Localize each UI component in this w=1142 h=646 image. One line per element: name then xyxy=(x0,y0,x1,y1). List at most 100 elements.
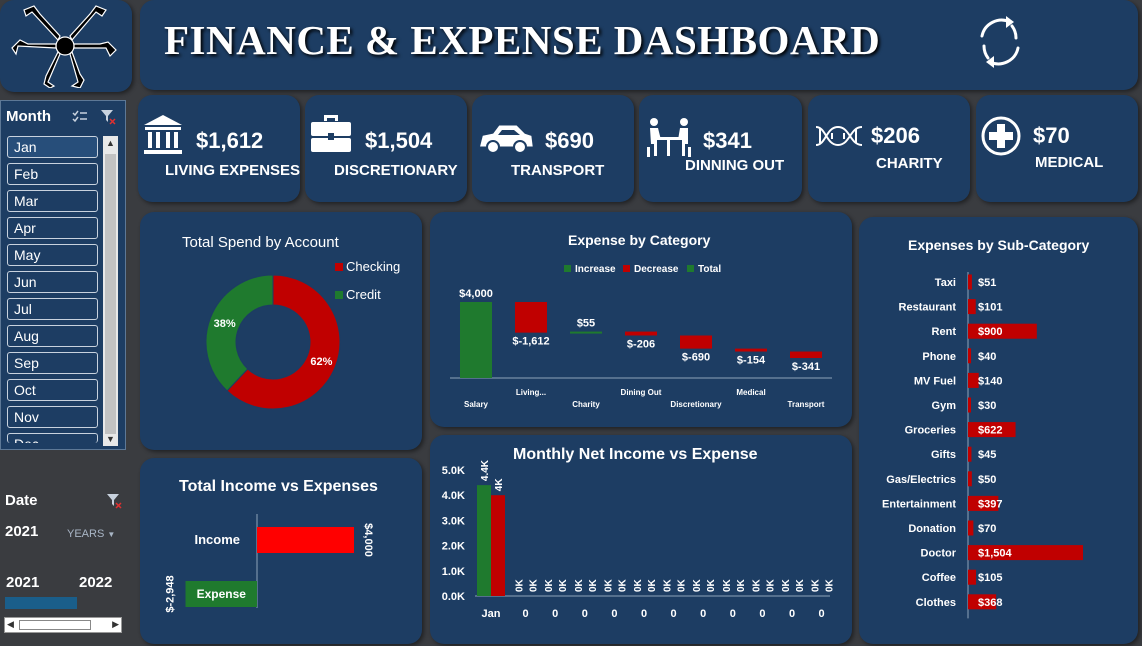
data-label: $50 xyxy=(978,474,996,486)
data-label: $101 xyxy=(978,302,1002,314)
waterfall-bar xyxy=(570,331,602,334)
legend-swatch xyxy=(623,265,630,272)
timeline-scroll-thumb[interactable] xyxy=(19,620,91,630)
data-label: $368 xyxy=(978,597,1002,609)
timeline-year-1: 2021 xyxy=(6,574,40,591)
data-label: 0K xyxy=(574,578,585,592)
category-label: Phone xyxy=(922,351,956,363)
month-option-jul[interactable]: Jul xyxy=(7,298,98,320)
data-label: $-154 xyxy=(737,355,766,367)
month-option-jun[interactable]: Jun xyxy=(7,271,98,293)
scroll-up-icon[interactable]: ▲ xyxy=(106,138,115,148)
data-label: 4K xyxy=(494,478,505,492)
multi-select-icon[interactable] xyxy=(72,110,88,124)
data-label: 0K xyxy=(558,578,569,592)
refresh-icon[interactable] xyxy=(970,12,1030,72)
month-option-dec[interactable]: Dec xyxy=(7,433,98,443)
data-label: $-1,612 xyxy=(512,336,549,348)
clear-filter-icon[interactable] xyxy=(106,493,122,509)
kpi-value: $206 xyxy=(871,123,920,148)
y-tick-label: 5.0K xyxy=(442,465,465,477)
month-option-aug[interactable]: Aug xyxy=(7,325,98,347)
clear-filter-icon[interactable] xyxy=(100,109,116,125)
kpi-card-discretionary: $1,504 DISCRETIONARY xyxy=(305,95,467,202)
kpi-label: MEDICAL xyxy=(1035,154,1104,171)
legend-label: Total xyxy=(698,264,721,275)
x-tick-label: 0 xyxy=(700,608,706,620)
legend-swatch xyxy=(564,265,571,272)
category-label: Salary xyxy=(464,400,489,409)
kpi-value: $1,612 xyxy=(196,128,264,153)
monthly-bar-chart: 0.0K1.0K2.0K3.0K4.0K5.0K 4.4K4KJan0K 0K00K… xyxy=(442,459,836,620)
category-label: Gifts xyxy=(931,449,956,461)
legend-label: Checking xyxy=(346,259,400,274)
donut-slice-credit xyxy=(205,274,274,392)
month-option-sep[interactable]: Sep xyxy=(7,352,98,374)
kpi-value: $1,504 xyxy=(365,128,433,153)
timeline-scrollbar[interactable]: ◀ ▶ xyxy=(4,617,122,633)
sub-category-bar xyxy=(968,274,972,290)
y-tick-label: 2.0K xyxy=(442,541,465,553)
timeline-selection-bar[interactable] xyxy=(5,597,77,609)
kpi-card-living: $1,612 LIVING EXPENSES xyxy=(138,95,300,202)
data-label: 0K xyxy=(603,578,614,592)
scroll-thumb[interactable] xyxy=(105,154,116,434)
category-label: Donation xyxy=(908,523,956,535)
month-option-oct[interactable]: Oct xyxy=(7,379,98,401)
sub-category-bar xyxy=(968,569,977,585)
sub-category-bar xyxy=(968,299,976,315)
data-label: $622 xyxy=(978,425,1002,437)
scroll-left-icon[interactable]: ◀ xyxy=(7,619,14,630)
kpi-card-transport: $690 TRANSPORT xyxy=(472,95,634,202)
data-label: $40 xyxy=(978,351,996,363)
data-label: $30 xyxy=(978,400,996,412)
month-option-nov[interactable]: Nov xyxy=(7,406,98,428)
month-option-mar[interactable]: Mar xyxy=(7,190,98,212)
month-option-feb[interactable]: Feb xyxy=(7,163,98,185)
date-slicer-header: Date xyxy=(5,492,38,509)
donut-data-label: 62% xyxy=(310,356,332,368)
category-label: Living... xyxy=(516,388,546,397)
income-expense-bar xyxy=(257,527,354,553)
category-label: Gas/Electrics xyxy=(886,474,956,486)
data-label: $105 xyxy=(978,572,1002,584)
kpi-label: DINNING OUT xyxy=(685,157,785,174)
income-vs-expense-panel: Total Income vs Expenses Income $4,000 Exp… xyxy=(140,458,422,644)
sub-category-bar xyxy=(968,471,972,487)
spend-by-account-panel: Total Spend by Account 62% 38% Checking Cre… xyxy=(140,212,422,450)
data-label: 0K xyxy=(588,578,599,592)
month-option-jan[interactable]: Jan xyxy=(7,136,98,158)
month-option-may[interactable]: May xyxy=(7,244,98,266)
scroll-right-icon[interactable]: ▶ xyxy=(112,619,119,630)
month-option-apr[interactable]: Apr xyxy=(7,217,98,239)
y-tick-label: 0.0K xyxy=(442,591,465,603)
category-label: Discretionary xyxy=(670,400,722,409)
data-label: 4.4K xyxy=(480,459,491,481)
date-slicer: Date 2021 YEARS ▼ 2021 2022 ◀ ▶ xyxy=(0,485,126,640)
time-level-dropdown[interactable]: YEARS ▼ xyxy=(67,528,115,540)
waterfall-bar xyxy=(460,302,492,378)
hands-logo-icon xyxy=(11,5,117,88)
kpi-value: $341 xyxy=(703,128,752,153)
legend-swatch xyxy=(335,263,343,271)
y-tick-label: 1.0K xyxy=(442,566,465,578)
waterfall-bar xyxy=(790,351,822,359)
category-label: Restaurant xyxy=(899,302,957,314)
waterfall-bar xyxy=(625,331,657,336)
category-label: Dining Out xyxy=(621,388,662,397)
x-tick-label: 0 xyxy=(582,608,588,620)
data-label: 0K xyxy=(647,578,658,592)
category-label: Coffee xyxy=(922,572,956,584)
waterfall-chart: Increase Decrease Total $4,000 Salary $-1,612… xyxy=(450,264,832,409)
scroll-down-icon[interactable]: ▼ xyxy=(106,434,115,444)
month-scrollbar[interactable]: ▲ ▼ xyxy=(103,136,118,446)
data-label: 0K xyxy=(811,578,822,592)
category-label: Taxi xyxy=(935,277,956,289)
data-label: $-2,948 xyxy=(165,575,177,612)
data-label: $51 xyxy=(978,277,996,289)
data-label: 0K xyxy=(736,578,747,592)
data-label: $45 xyxy=(978,449,996,461)
category-label: Income xyxy=(194,532,240,547)
x-tick-label: 0 xyxy=(759,608,765,620)
monthly-bar xyxy=(477,485,491,596)
